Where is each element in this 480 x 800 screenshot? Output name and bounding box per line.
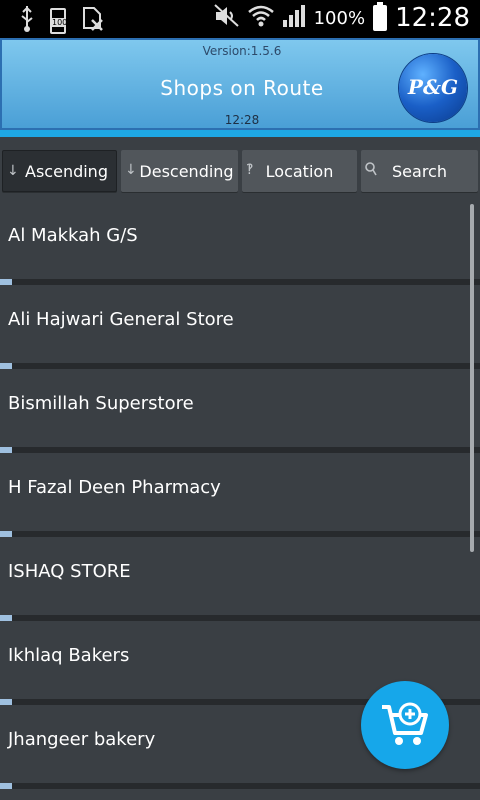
add-to-cart-button[interactable] [361, 681, 449, 769]
list-item[interactable]: Al Makkah G/S [0, 199, 480, 285]
shop-name: Ali Hajwari General Store [8, 309, 234, 330]
ascending-button[interactable]: ↓ Ascending [2, 150, 117, 192]
add-to-cart-icon [379, 699, 431, 755]
arrow-down-icon: ↓ [125, 162, 137, 178]
battery-icon [373, 2, 388, 31]
status-clock: 12:28 [395, 3, 470, 33]
header-divider [0, 130, 480, 137]
shop-name: ISHAQ STORE [8, 561, 131, 582]
pg-logo: P&G [399, 54, 467, 122]
scrollbar[interactable] [470, 204, 474, 552]
signal-icon [282, 4, 306, 32]
list-item[interactable]: ISHAQ STORE [0, 535, 480, 621]
usb-icon [20, 6, 34, 36]
shop-name: Al Makkah G/S [8, 225, 138, 246]
wifi-icon [247, 4, 274, 32]
search-button[interactable]: Search [361, 150, 478, 192]
arrow-down-icon: ↓ [7, 163, 19, 179]
shop-name: Bismillah Superstore [8, 393, 194, 414]
status-bar: 100 100% 12:28 [0, 0, 480, 38]
no-sim-icon [82, 6, 104, 36]
app-header: Version:1.5.6 Shops on Route 12:28 P&G [0, 38, 480, 130]
battery-100-icon: 100 [50, 8, 67, 34]
row-accent [0, 783, 12, 789]
list-item[interactable]: Ali Hajwari General Store [0, 283, 480, 369]
battery-percent: 100% [313, 7, 366, 29]
divider [0, 783, 480, 789]
search-icon [365, 162, 377, 180]
list-item[interactable]: Bismillah Superstore [0, 367, 480, 453]
sort-toolbar: ↓ Ascending ↓ Descending ‽ Location Sear… [0, 137, 480, 199]
list-item[interactable]: H Fazal Deen Pharmacy [0, 451, 480, 537]
shop-name: H Fazal Deen Pharmacy [8, 477, 221, 498]
version-label: Version:1.5.6 [202, 44, 282, 58]
location-button[interactable]: ‽ Location [242, 150, 357, 192]
mute-icon [213, 4, 240, 32]
shop-name: Ikhlaq Bakers [8, 645, 130, 666]
shop-name: Jhangeer bakery [8, 729, 156, 750]
location-icon: ‽ [246, 162, 254, 178]
descending-button[interactable]: ↓ Descending [121, 150, 238, 192]
header-time: 12:28 [224, 113, 260, 127]
